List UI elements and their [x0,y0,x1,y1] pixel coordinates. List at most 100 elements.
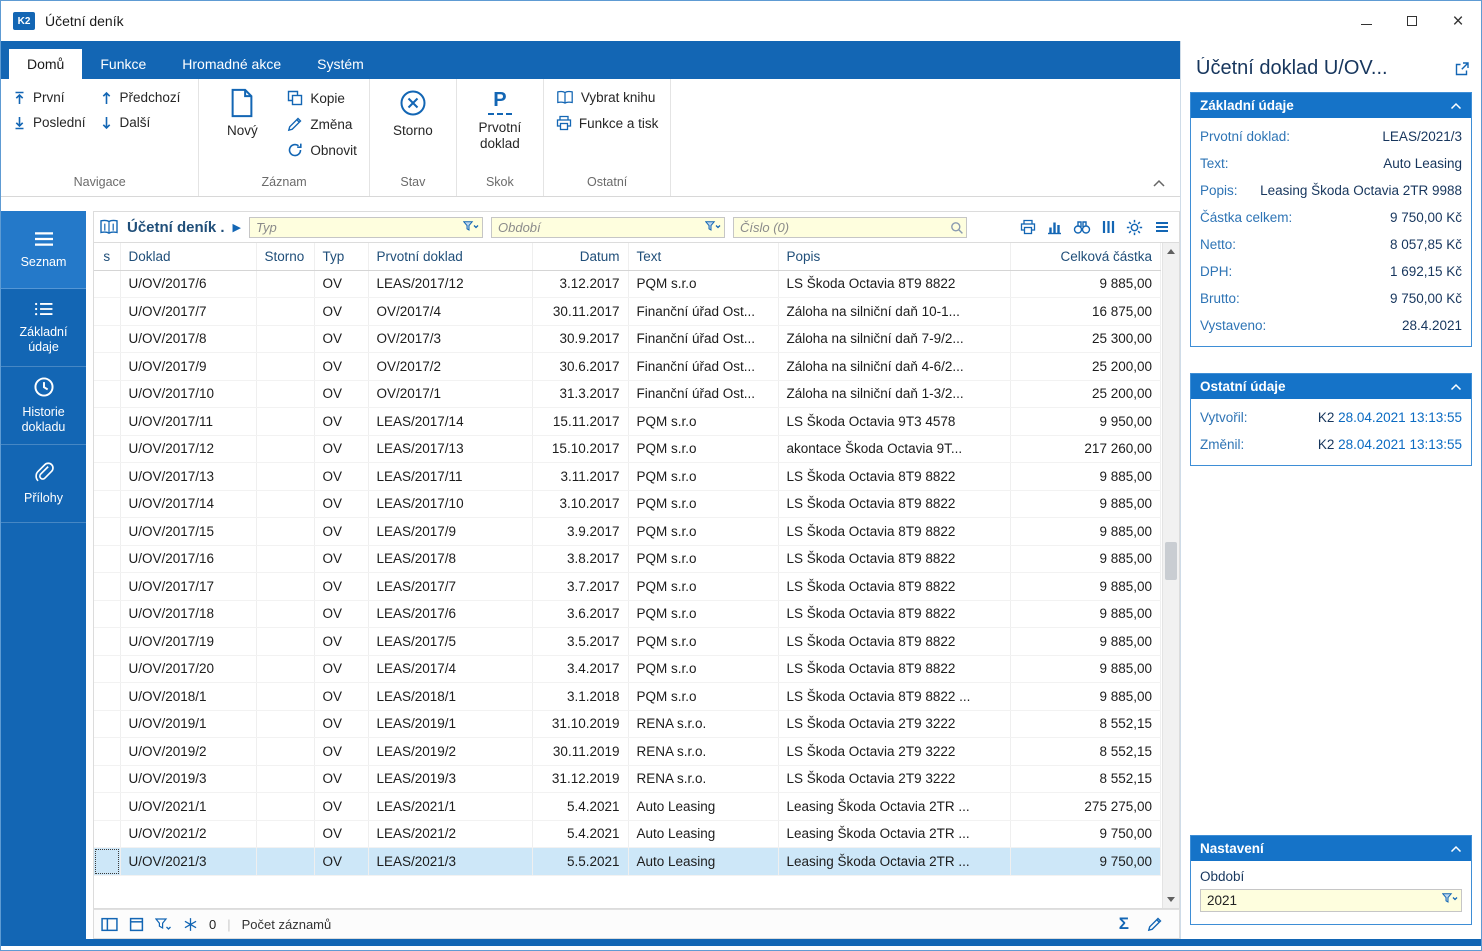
filter-typ-input[interactable] [249,217,483,238]
table-cell[interactable]: Záloha na silniční daň 7-9/2... [778,325,1010,353]
table-cell[interactable] [256,298,314,326]
table-cell[interactable]: 3.8.2017 [532,545,628,573]
table-cell[interactable] [256,325,314,353]
table-cell[interactable]: U/OV/2021/3 [120,848,256,876]
table-cell[interactable]: PQM s.r.o [628,683,778,711]
table-cell[interactable]: 31.3.2017 [532,380,628,408]
table-cell[interactable] [256,600,314,628]
table-cell[interactable] [94,518,120,546]
column-header[interactable]: s [94,243,120,270]
tab-funkce[interactable]: Funkce [82,49,164,79]
table-cell[interactable]: LEAS/2017/12 [368,270,532,298]
table-cell[interactable]: OV/2017/1 [368,380,532,408]
table-cell[interactable] [94,793,120,821]
table-cell[interactable]: OV [314,628,368,656]
table-row[interactable]: U/OV/2017/12OVLEAS/2017/1315.10.2017PQM … [94,435,1161,463]
source-document-button[interactable]: P Prvotní doklad [465,83,535,170]
table-row[interactable]: U/OV/2021/3OVLEAS/2021/35.5.2021Auto Lea… [94,848,1161,876]
columns-icon[interactable] [1101,219,1116,235]
refresh-button[interactable]: Obnovit [287,142,357,158]
table-row[interactable]: U/OV/2017/6OVLEAS/2017/123.12.2017PQM s.… [94,270,1161,298]
table-cell[interactable]: 9 885,00 [1010,628,1161,656]
table-cell[interactable]: OV [314,490,368,518]
table-cell[interactable]: OV [314,738,368,766]
column-header[interactable]: Storno [256,243,314,270]
column-header[interactable]: Doklad [120,243,256,270]
table-row[interactable]: U/OV/2017/17OVLEAS/2017/73.7.2017PQM s.r… [94,573,1161,601]
table-cell[interactable]: OV [314,518,368,546]
table-cell[interactable]: Auto Leasing [628,848,778,876]
table-cell[interactable]: LEAS/2017/11 [368,463,532,491]
edit-pencil-icon[interactable] [1147,916,1163,932]
table-cell[interactable]: 3.5.2017 [532,628,628,656]
table-cell[interactable]: U/OV/2019/3 [120,765,256,793]
open-in-window-icon[interactable] [1454,61,1470,77]
table-cell[interactable]: PQM s.r.o [628,573,778,601]
period-input[interactable] [1200,889,1462,912]
table-cell[interactable]: LS Škoda Octavia 9T3 4578 [778,408,1010,436]
menu-icon[interactable] [1153,219,1171,235]
table-cell[interactable]: U/OV/2017/13 [120,463,256,491]
table-cell[interactable]: U/OV/2017/10 [120,380,256,408]
table-cell[interactable]: 15.10.2017 [532,435,628,463]
table-cell[interactable]: LEAS/2021/3 [368,848,532,876]
table-cell[interactable]: PQM s.r.o [628,463,778,491]
gear-icon[interactable] [1126,219,1143,236]
table-cell[interactable]: 3.1.2018 [532,683,628,711]
table-cell[interactable] [256,408,314,436]
table-cell[interactable]: LS Škoda Octavia 8T9 8822 [778,518,1010,546]
table-cell[interactable] [94,298,120,326]
table-cell[interactable]: RENA s.r.o. [628,738,778,766]
table-cell[interactable]: OV [314,463,368,491]
table-cell[interactable]: 217 260,00 [1010,435,1161,463]
scroll-up-button[interactable] [1163,243,1179,260]
table-cell[interactable]: LS Škoda Octavia 2T9 3222 [778,710,1010,738]
table-cell[interactable]: OV/2017/4 [368,298,532,326]
table-cell[interactable]: U/OV/2017/8 [120,325,256,353]
table-row[interactable]: U/OV/2017/20OVLEAS/2017/43.4.2017PQM s.r… [94,655,1161,683]
table-cell[interactable]: PQM s.r.o [628,600,778,628]
table-cell[interactable]: U/OV/2019/1 [120,710,256,738]
table-cell[interactable]: 9 885,00 [1010,655,1161,683]
table-cell[interactable]: RENA s.r.o. [628,765,778,793]
table-cell[interactable]: PQM s.r.o [628,270,778,298]
column-header[interactable]: Typ [314,243,368,270]
table-cell[interactable] [94,765,120,793]
table-cell[interactable]: 3.6.2017 [532,600,628,628]
table-cell[interactable]: 275 275,00 [1010,793,1161,821]
table-cell[interactable]: 30.11.2019 [532,738,628,766]
table-cell[interactable]: 15.11.2017 [532,408,628,436]
table-cell[interactable]: LEAS/2019/2 [368,738,532,766]
table-cell[interactable]: OV [314,408,368,436]
table-cell[interactable] [94,408,120,436]
table-cell[interactable] [256,573,314,601]
table-cell[interactable]: U/OV/2017/15 [120,518,256,546]
sidebar-item-zakladni-udaje[interactable]: Základní údaje [1,289,86,367]
column-header[interactable]: Prvotní doklad [368,243,532,270]
table-cell[interactable]: 9 950,00 [1010,408,1161,436]
minimize-button[interactable] [1343,1,1389,41]
table-cell[interactable]: U/OV/2017/12 [120,435,256,463]
table-cell[interactable]: Záloha na silniční daň 1-3/2... [778,380,1010,408]
table-cell[interactable] [256,848,314,876]
table-cell[interactable]: LEAS/2018/1 [368,683,532,711]
table-cell[interactable]: 5.4.2021 [532,820,628,848]
table-cell[interactable]: Záloha na silniční daň 4-6/2... [778,353,1010,381]
table-cell[interactable]: Leasing Škoda Octavia 2TR ... [778,820,1010,848]
table-cell[interactable]: PQM s.r.o [628,435,778,463]
table-cell[interactable] [94,435,120,463]
previous-record-button[interactable]: Předchozí [100,90,181,105]
table-cell[interactable]: RENA s.r.o. [628,710,778,738]
table-cell[interactable] [94,848,120,876]
table-cell[interactable]: 30.9.2017 [532,325,628,353]
table-cell[interactable]: OV [314,298,368,326]
table-row[interactable]: U/OV/2017/10OVOV/2017/131.3.2017Finanční… [94,380,1161,408]
browse-view-icon[interactable] [101,917,118,932]
table-cell[interactable]: 8 552,15 [1010,765,1161,793]
table-row[interactable]: U/OV/2019/3OVLEAS/2019/331.12.2019RENA s… [94,765,1161,793]
table-cell[interactable]: 31.10.2019 [532,710,628,738]
table-row[interactable]: U/OV/2017/13OVLEAS/2017/113.11.2017PQM s… [94,463,1161,491]
table-row[interactable]: U/OV/2017/19OVLEAS/2017/53.5.2017PQM s.r… [94,628,1161,656]
table-cell[interactable]: PQM s.r.o [628,545,778,573]
card-view-icon[interactable] [129,917,144,932]
